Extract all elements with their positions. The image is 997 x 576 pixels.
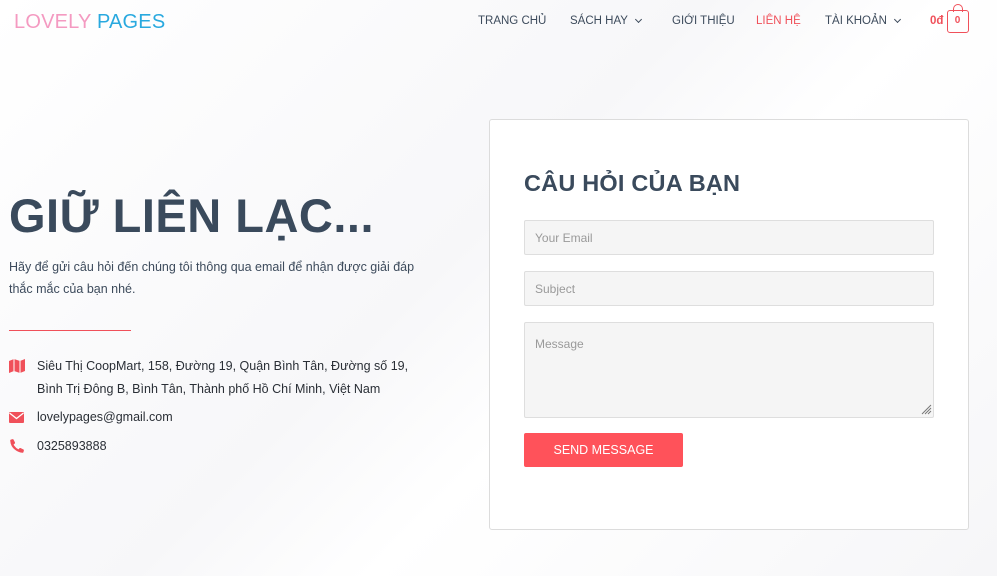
phone-row: 0325893888 — [9, 435, 309, 458]
email-field[interactable] — [524, 220, 934, 255]
nav-item-books[interactable]: SÁCH HAY — [570, 15, 642, 27]
site-header: LOVELY PAGES TRANG CHỦ SÁCH HAY GIỚI THI… — [0, 0, 997, 46]
nav-item-home[interactable]: TRANG CHỦ — [478, 15, 546, 27]
contact-description: Hãy để gửi câu hỏi đến chúng tôi thông q… — [9, 260, 415, 296]
envelope-icon — [9, 412, 24, 423]
nav-label: TRANG CHỦ — [478, 15, 547, 27]
send-message-button[interactable]: SEND MESSAGE — [524, 433, 683, 467]
nav-label: LIÊN HỆ — [756, 15, 801, 27]
page-title: GIỮ LIÊN LẠC... — [9, 189, 375, 242]
question-form-card: CÂU HỎI CỦA BẠN SEND MESSAGE — [489, 119, 969, 530]
form-title: CÂU HỎI CỦA BẠN — [524, 170, 741, 196]
shopping-bag-icon[interactable]: 0 — [947, 4, 969, 33]
message-field[interactable] — [524, 322, 934, 418]
chevron-down-icon — [893, 15, 902, 24]
nav-label: TÀI KHOẢN — [825, 15, 887, 27]
contact-phone[interactable]: 0325893888 — [37, 435, 107, 458]
logo-part-pages: PAGES — [96, 11, 166, 33]
address-row: Siêu Thị CoopMart, 158, Đường 19, Quận B… — [9, 355, 429, 401]
nav-item-about[interactable]: GIỚI THIỆU — [672, 15, 735, 27]
cart-count: 0 — [954, 15, 961, 26]
subject-field[interactable] — [524, 271, 934, 306]
nav-label: GIỚI THIỆU — [672, 15, 735, 27]
nav-item-contact[interactable]: LIÊN HỆ — [756, 15, 801, 27]
phone-icon — [10, 439, 24, 453]
chevron-down-icon — [634, 15, 642, 24]
address-line-2: Bình Trị Đông B, Bình Tân, Thành phố Hồ … — [37, 382, 381, 396]
nav-item-account[interactable]: TÀI KHOẢN — [825, 15, 902, 27]
cart-price[interactable]: 0đ — [930, 15, 943, 27]
address-line-1: Siêu Thị CoopMart, 158, Đường 19, Quận B… — [37, 359, 409, 373]
nav-label: SÁCH HAY — [570, 15, 628, 27]
map-icon — [9, 359, 25, 373]
email-row: lovelypages@gmail.com — [9, 406, 309, 429]
site-logo[interactable]: LOVELY PAGES — [14, 11, 165, 34]
accent-divider — [9, 330, 131, 331]
resize-grip-icon[interactable] — [920, 403, 932, 415]
contact-email[interactable]: lovelypages@gmail.com — [37, 406, 173, 429]
logo-part-lovely: LOVELY — [14, 11, 92, 33]
